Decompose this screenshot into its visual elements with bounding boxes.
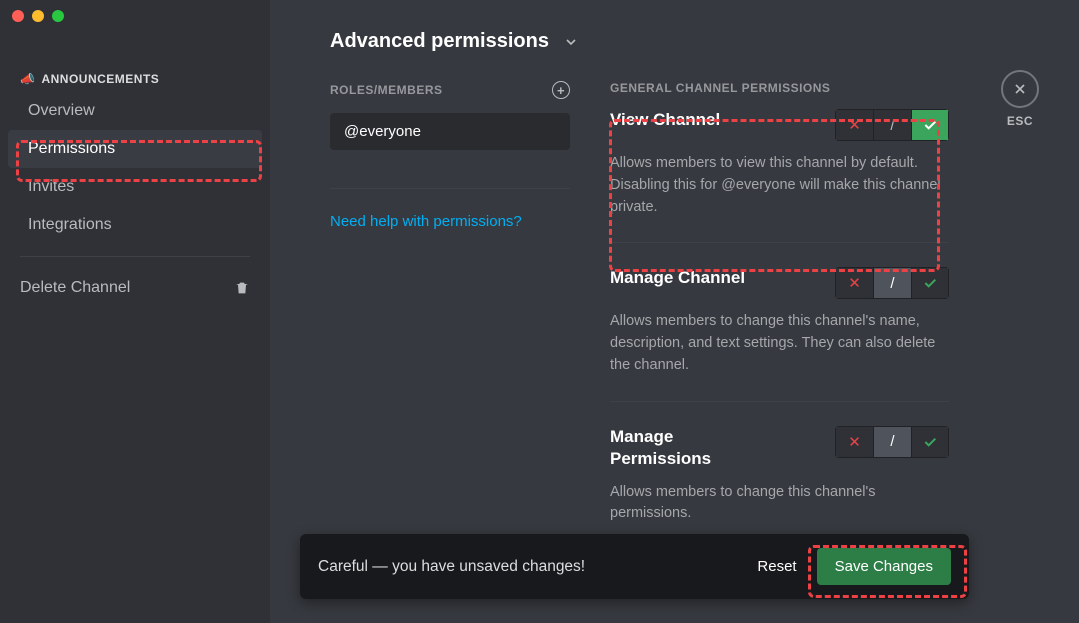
- perm-title: View Channel: [610, 109, 720, 131]
- sidebar-item-invites[interactable]: Invites: [8, 168, 262, 206]
- unsaved-message: Careful — you have unsaved changes!: [318, 558, 585, 576]
- delete-channel-label: Delete Channel: [20, 279, 130, 297]
- perm-neutral-button[interactable]: /: [873, 426, 911, 458]
- reset-button[interactable]: Reset: [757, 558, 796, 575]
- add-role-button[interactable]: +: [552, 81, 570, 99]
- perm-desc: Allows members to change this channel's …: [610, 482, 949, 526]
- perm-title: Manage Permissions: [610, 426, 770, 470]
- perm-deny-button[interactable]: ✕: [835, 267, 873, 299]
- sidebar-item-permissions[interactable]: Permissions: [8, 130, 262, 168]
- sidebar-divider: [20, 256, 250, 257]
- roles-divider: [330, 188, 570, 189]
- window-minimize-dot[interactable]: [32, 10, 44, 22]
- chevron-down-icon[interactable]: [563, 34, 579, 50]
- perm-desc: Allows members to view this channel by d…: [610, 153, 949, 218]
- perm-allow-button[interactable]: [911, 109, 949, 141]
- main-content: Advanced permissions ROLES/MEMBERS + @ev…: [270, 0, 1079, 623]
- perm-manage-permissions: Manage Permissions ✕ / Allows members to…: [610, 426, 949, 550]
- close-icon: [1001, 70, 1039, 108]
- roles-column: ROLES/MEMBERS + @everyone Need help with…: [330, 81, 570, 573]
- trash-icon: [234, 280, 250, 296]
- perm-toggle-manage-permissions: ✕ /: [835, 426, 949, 458]
- perm-neutral-button[interactable]: /: [873, 267, 911, 299]
- role-everyone[interactable]: @everyone: [330, 113, 570, 150]
- sidebar-heading: 📣 ANNOUNCEMENTS: [0, 60, 270, 92]
- perm-allow-button[interactable]: [911, 426, 949, 458]
- sidebar-heading-label: ANNOUNCEMENTS: [41, 72, 159, 86]
- perm-neutral-button[interactable]: /: [873, 109, 911, 141]
- perm-title: Manage Channel: [610, 267, 745, 289]
- save-changes-button[interactable]: Save Changes: [817, 548, 951, 585]
- sidebar-delete-channel[interactable]: Delete Channel: [0, 269, 270, 307]
- megaphone-icon: 📣: [20, 72, 35, 86]
- window-close-dot[interactable]: [12, 10, 24, 22]
- perm-allow-button[interactable]: [911, 267, 949, 299]
- perm-desc: Allows members to change this channel's …: [610, 311, 949, 376]
- perm-manage-channel: Manage Channel ✕ / Allows members to cha…: [610, 267, 949, 401]
- perm-toggle-manage-channel: ✕ /: [835, 267, 949, 299]
- perm-deny-button[interactable]: ✕: [835, 109, 873, 141]
- page-title-row: Advanced permissions: [330, 30, 949, 53]
- permissions-heading: GENERAL CHANNEL PERMISSIONS: [610, 81, 949, 95]
- perm-toggle-view-channel: ✕ /: [835, 109, 949, 141]
- permissions-help-link[interactable]: Need help with permissions?: [330, 213, 570, 230]
- sidebar-item-integrations[interactable]: Integrations: [8, 206, 262, 244]
- close-settings-button[interactable]: ESC: [1001, 70, 1039, 128]
- window-controls: [12, 10, 64, 22]
- perm-view-channel: View Channel ✕ / Allows members to view …: [610, 109, 949, 243]
- settings-sidebar: 📣 ANNOUNCEMENTS Overview Permissions Inv…: [0, 0, 270, 623]
- sidebar-item-overview[interactable]: Overview: [8, 92, 262, 130]
- unsaved-changes-bar: Careful — you have unsaved changes! Rese…: [300, 534, 969, 599]
- roles-heading: ROLES/MEMBERS +: [330, 81, 570, 99]
- permissions-column: GENERAL CHANNEL PERMISSIONS View Channel…: [610, 81, 949, 573]
- esc-label: ESC: [1001, 114, 1039, 128]
- perm-deny-button[interactable]: ✕: [835, 426, 873, 458]
- page-title: Advanced permissions: [330, 30, 549, 53]
- window-zoom-dot[interactable]: [52, 10, 64, 22]
